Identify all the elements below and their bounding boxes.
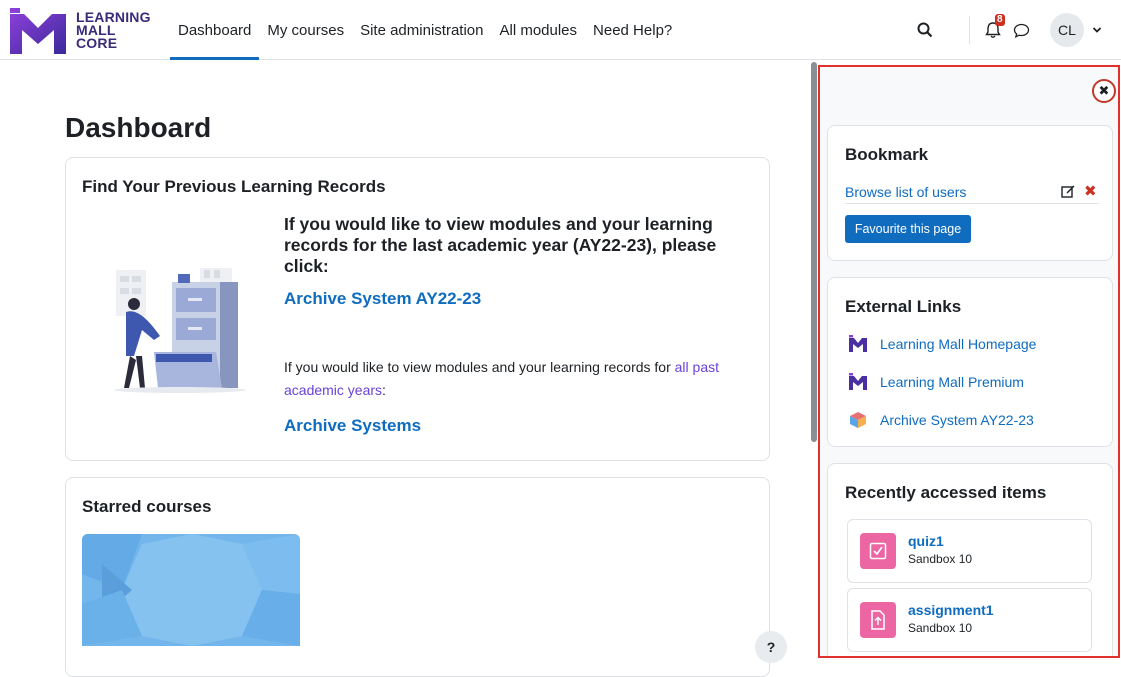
page-title: Dashboard [65, 112, 212, 143]
learning-mall-logo-icon [849, 335, 867, 352]
external-link-archive-system[interactable]: Archive System AY22-23 [848, 410, 1034, 430]
recent-item-course: Sandbox 10 [908, 621, 973, 635]
recent-item-name: quiz1 [908, 533, 944, 549]
search-icon[interactable] [917, 22, 933, 38]
external-links-block: External Links Learning Mall Homepage Le… [827, 277, 1113, 447]
learning-mall-logo-icon [849, 373, 867, 390]
nav-all-modules[interactable]: All modules [491, 0, 585, 60]
archive-systems-link[interactable]: Archive Systems [284, 416, 421, 436]
close-icon: ✖ [1098, 83, 1110, 98]
starred-courses-card: Starred courses [65, 477, 770, 677]
course-card-image[interactable] [82, 534, 300, 646]
divider [845, 203, 1099, 204]
help-button[interactable]: ? [755, 631, 787, 663]
bookmark-link[interactable]: Browse list of users [845, 184, 966, 200]
block-title: Recently accessed items [845, 483, 1047, 502]
chevron-down-icon[interactable] [1092, 26, 1102, 34]
recently-accessed-block: Recently accessed items quiz1 Sandbox 10… [827, 463, 1113, 656]
external-link-learning-mall-premium[interactable]: Learning Mall Premium [848, 372, 1024, 392]
recent-item[interactable]: quiz1 Sandbox 10 [847, 519, 1092, 583]
block-drawer: ✖ Bookmark Browse list of users ✖ Favour… [818, 65, 1120, 658]
messages-icon[interactable] [1013, 23, 1030, 38]
archive-cube-icon [850, 412, 866, 428]
top-navbar: LEARNING MALL CORE Dashboard My courses … [0, 0, 1121, 60]
quiz-icon [860, 533, 896, 569]
edit-icon[interactable] [1061, 184, 1075, 198]
archive-heading: If you would like to view modules and yo… [284, 214, 717, 276]
nav-divider [969, 16, 970, 44]
card-title: Starred courses [82, 497, 212, 516]
nav-need-help[interactable]: Need Help? [585, 0, 680, 60]
course-pattern [82, 534, 300, 646]
archive-system-ay22-23-link[interactable]: Archive System AY22-23 [284, 289, 481, 309]
card-title: Find Your Previous Learning Records [82, 177, 386, 196]
user-avatar[interactable]: CL [1050, 13, 1084, 47]
nav-my-courses[interactable]: My courses [259, 0, 352, 60]
delete-bookmark-icon[interactable]: ✖ [1084, 182, 1097, 200]
nav-site-administration[interactable]: Site administration [352, 0, 491, 60]
primary-navigation: Dashboard My courses Site administration… [170, 0, 680, 60]
filing-cabinet-illustration [114, 268, 246, 393]
recent-item-course: Sandbox 10 [908, 552, 973, 566]
notification-count-badge: 8 [995, 14, 1005, 26]
brand-name: LEARNING MALL CORE [76, 9, 151, 51]
archive-description: If you would like to view modules and yo… [284, 359, 719, 398]
external-link-learning-mall-homepage[interactable]: Learning Mall Homepage [848, 334, 1036, 354]
assignment-icon [860, 602, 896, 638]
previous-learning-records-card: Find Your Previous Learning Records If y… [65, 157, 770, 461]
learning-mall-logo[interactable] [8, 6, 68, 56]
close-drawer-button[interactable]: ✖ [1092, 79, 1116, 103]
recent-item-name: assignment1 [908, 602, 994, 618]
favourite-page-button[interactable]: Favourite this page [845, 215, 971, 243]
bookmark-block: Bookmark Browse list of users ✖ Favourit… [827, 125, 1113, 261]
block-title: External Links [845, 297, 962, 316]
main-scrollbar-thumb[interactable] [811, 62, 817, 442]
recent-item[interactable]: assignment1 Sandbox 10 [847, 588, 1092, 652]
block-title: Bookmark [845, 145, 929, 164]
nav-dashboard[interactable]: Dashboard [170, 0, 260, 60]
